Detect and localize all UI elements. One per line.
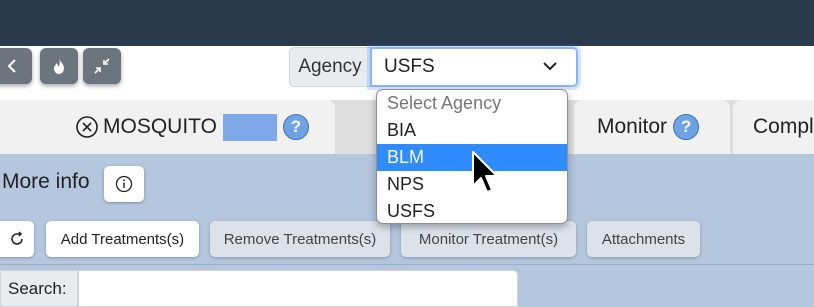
- close-circle-icon[interactable]: [75, 115, 99, 139]
- search-label: Search:: [0, 270, 78, 307]
- chevron-down-icon: [543, 62, 557, 71]
- top-bar: [0, 0, 814, 46]
- search-input[interactable]: [78, 270, 518, 307]
- refresh-button[interactable]: [0, 221, 34, 257]
- agency-option-usfs[interactable]: USFS: [377, 198, 567, 223]
- agency-select[interactable]: USFS: [370, 47, 578, 87]
- tab-monitor-label: Monitor: [597, 115, 668, 138]
- divider: [0, 264, 814, 265]
- tab-compl[interactable]: Compl: [733, 100, 814, 154]
- add-treatments-button[interactable]: Add Treatments(s): [46, 221, 199, 257]
- remove-treatments-button[interactable]: Remove Treatments(s): [210, 221, 390, 257]
- help-icon[interactable]: ?: [673, 114, 700, 140]
- agency-group: Agency USFS: [289, 47, 578, 87]
- highlighted-text-block: [222, 113, 277, 141]
- help-icon[interactable]: ?: [282, 114, 309, 140]
- more-info-label: More info: [2, 170, 90, 193]
- tab-mosquito[interactable]: MOSQUITO ?: [0, 100, 335, 154]
- monitor-treatments-button[interactable]: Monitor Treatment(s): [401, 221, 576, 257]
- collapse-button[interactable]: [83, 48, 121, 84]
- tab-monitor[interactable]: Monitor ?: [574, 100, 730, 154]
- back-button[interactable]: [0, 48, 32, 84]
- fire-icon: [54, 58, 64, 74]
- info-icon: [115, 175, 133, 193]
- refresh-icon: [11, 231, 23, 245]
- agency-label: Agency: [289, 47, 370, 87]
- agency-selected-value: USFS: [384, 56, 435, 77]
- chevron-left-icon: [7, 59, 16, 73]
- fire-button[interactable]: [40, 48, 78, 84]
- mouse-pointer-icon: [472, 151, 498, 193]
- tab-compl-label: Compl: [753, 115, 814, 138]
- agency-option-bia[interactable]: BIA: [377, 117, 567, 144]
- tab-mosquito-label: MOSQUITO: [103, 115, 217, 138]
- info-button[interactable]: [104, 166, 144, 202]
- agency-option-placeholder[interactable]: Select Agency: [377, 90, 567, 117]
- collapse-arrows-icon: [94, 58, 110, 74]
- attachments-button[interactable]: Attachments: [587, 221, 700, 257]
